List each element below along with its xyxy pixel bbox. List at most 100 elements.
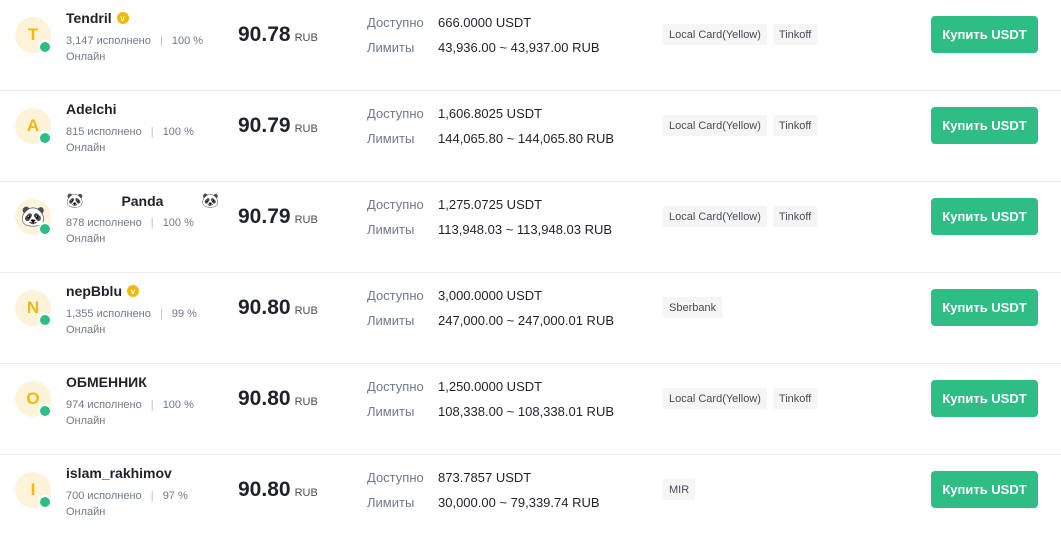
- online-status: Онлайн: [66, 142, 106, 154]
- orders-label: исполнено: [96, 35, 151, 47]
- buy-usdt-button[interactable]: Купить USDT: [931, 16, 1038, 53]
- limits-label: Лимиты: [367, 404, 415, 419]
- available-value: 1,606.8025 USDT: [438, 106, 543, 121]
- online-status: Онлайн: [66, 233, 106, 245]
- available-label: Доступно: [367, 15, 424, 30]
- stats-separator: |: [150, 490, 154, 502]
- merchant-name[interactable]: Panda: [121, 193, 163, 209]
- avatar-initial: N: [26, 298, 40, 317]
- online-status: Онлайн: [66, 324, 106, 336]
- completion-rate: 100 %: [162, 399, 194, 411]
- verified-badge-icon: v: [127, 285, 139, 297]
- avatar[interactable]: A: [15, 108, 52, 145]
- payment-methods: Local Card(Yellow) Tinkoff: [663, 24, 818, 45]
- price-currency: RUB: [294, 123, 318, 135]
- stats-separator: |: [159, 308, 163, 320]
- merchant-name-line[interactable]: ОБМЕННИК: [66, 374, 147, 390]
- completion-rate: 100 %: [162, 126, 194, 138]
- price-currency: RUB: [294, 32, 318, 44]
- orders-label: исполнено: [87, 126, 142, 138]
- avatar[interactable]: O: [15, 381, 52, 418]
- payment-method-tag: Tinkoff: [772, 388, 818, 409]
- price-value: 90.80: [238, 387, 291, 410]
- avatar-initial: I: [30, 480, 36, 499]
- orders-label: исполнено: [87, 399, 142, 411]
- orders-count: 974: [66, 399, 85, 411]
- avatar[interactable]: N: [15, 290, 52, 327]
- payment-methods: MIR: [663, 479, 696, 500]
- available-label: Доступно: [367, 197, 424, 212]
- limits-label: Лимиты: [367, 222, 415, 237]
- offer-row: I islam_rakhimov 700 исполнено | 97 % Он…: [0, 455, 1061, 546]
- merchant-stats: 974 исполнено | 100 %: [66, 399, 194, 411]
- available-label: Доступно: [367, 106, 424, 121]
- buy-usdt-button[interactable]: Купить USDT: [931, 471, 1038, 508]
- merchant-name-line[interactable]: 🐼 Panda 🐼: [66, 192, 219, 209]
- merchant-name[interactable]: islam_rakhimov: [66, 465, 172, 481]
- payment-method-tag: MIR: [663, 479, 696, 500]
- available-label: Доступно: [367, 379, 424, 394]
- buy-usdt-button[interactable]: Купить USDT: [931, 380, 1038, 417]
- orders-label: исполнено: [96, 308, 151, 320]
- merchant-name-line[interactable]: Adelchi: [66, 101, 117, 117]
- panda-icon: 🐼: [201, 192, 219, 208]
- completion-rate: 99 %: [171, 308, 197, 320]
- avatar[interactable]: 🐼: [15, 199, 52, 236]
- online-status: Онлайн: [66, 506, 106, 518]
- available-value: 666.0000 USDT: [438, 15, 532, 30]
- limits-value: 247,000.00 ~ 247,000.01 RUB: [438, 313, 615, 328]
- merchant-name-line[interactable]: Tendril v: [66, 10, 129, 26]
- buy-usdt-button[interactable]: Купить USDT: [931, 107, 1038, 144]
- orders-count: 815: [66, 126, 85, 138]
- available-value: 873.7857 USDT: [438, 470, 532, 485]
- payment-method-tag: Local Card(Yellow): [663, 24, 767, 45]
- online-indicator-icon: [38, 131, 52, 145]
- merchant-name-line[interactable]: nepBblu v: [66, 283, 139, 299]
- merchant-stats: 878 исполнено | 100 %: [66, 217, 194, 229]
- orders-label: исполнено: [87, 217, 142, 229]
- avatar[interactable]: I: [15, 472, 52, 509]
- orders-label: исполнено: [87, 490, 142, 502]
- orders-count: 3,147: [66, 35, 94, 47]
- price-currency: RUB: [294, 305, 318, 317]
- stats-separator: |: [150, 399, 154, 411]
- price-value: 90.79: [238, 205, 291, 228]
- merchant-name[interactable]: nepBblu: [66, 283, 122, 299]
- payment-method-tag: Local Card(Yellow): [663, 388, 767, 409]
- merchant-stats: 3,147 исполнено | 100 %: [66, 35, 203, 47]
- payment-method-tag: Tinkoff: [772, 24, 818, 45]
- panda-icon: 🐼: [66, 192, 84, 208]
- online-indicator-icon: [38, 313, 52, 327]
- payment-method-tag: Sberbank: [663, 297, 723, 318]
- merchant-name[interactable]: Adelchi: [66, 101, 117, 117]
- payment-methods: Local Card(Yellow) Tinkoff: [663, 388, 818, 409]
- avatar[interactable]: T: [15, 17, 52, 54]
- price-value: 90.78: [238, 23, 291, 46]
- price: 90.80 RUB: [238, 296, 318, 320]
- online-status: Онлайн: [66, 415, 106, 427]
- limits-label: Лимиты: [367, 313, 415, 328]
- available-label: Доступно: [367, 470, 424, 485]
- payment-methods: Local Card(Yellow) Tinkoff: [663, 115, 818, 136]
- available-value: 1,275.0725 USDT: [438, 197, 543, 212]
- completion-rate: 97 %: [162, 490, 188, 502]
- avatar-initial: T: [27, 25, 39, 44]
- buy-usdt-button[interactable]: Купить USDT: [931, 198, 1038, 235]
- completion-rate: 100 %: [162, 217, 194, 229]
- merchant-stats: 815 исполнено | 100 %: [66, 126, 194, 138]
- offer-row: 🐼 🐼 Panda 🐼 878 исполнено | 100 % Онлайн…: [0, 182, 1061, 273]
- price: 90.79 RUB: [238, 114, 318, 138]
- merchant-name-line[interactable]: islam_rakhimov: [66, 465, 172, 481]
- orders-count: 878: [66, 217, 85, 229]
- orders-count: 700: [66, 490, 85, 502]
- merchant-name[interactable]: Tendril: [66, 10, 112, 26]
- available-value: 1,250.0000 USDT: [438, 379, 543, 394]
- merchant-name[interactable]: ОБМЕННИК: [66, 374, 147, 390]
- limits-value: 108,338.00 ~ 108,338.01 RUB: [438, 404, 615, 419]
- buy-usdt-button[interactable]: Купить USDT: [931, 289, 1038, 326]
- price: 90.78 RUB: [238, 23, 318, 47]
- price-currency: RUB: [294, 396, 318, 408]
- limits-value: 30,000.00 ~ 79,339.74 RUB: [438, 495, 600, 510]
- merchant-stats: 700 исполнено | 97 %: [66, 490, 188, 502]
- avatar-initial: A: [26, 116, 40, 135]
